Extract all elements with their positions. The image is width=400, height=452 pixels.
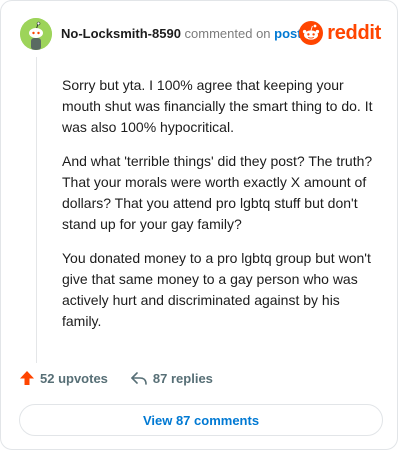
comment-paragraph: And what 'terrible things' did they post… [62, 153, 373, 232]
view-comments-button[interactable]: View 87 comments [19, 404, 383, 436]
thread-line [36, 57, 37, 363]
reply-count: 87 replies [152, 370, 213, 386]
comment-paragraph: Sorry but yta. I 100% agree that keeping… [62, 77, 373, 135]
username[interactable]: No-Locksmith-8590 [61, 26, 181, 41]
commented-label: commented on [184, 26, 271, 41]
comment-body: Sorry but yta. I 100% agree that keeping… [62, 75, 378, 345]
comment-paragraph: You donated money to a pro lgbtq group b… [62, 250, 371, 329]
reply-arrow-icon [131, 372, 147, 385]
snoo-avatar-icon [20, 18, 52, 50]
comment-actions: 52 upvotes 87 replies [19, 370, 213, 386]
upvote-button[interactable]: 52 upvotes [19, 370, 108, 386]
post-link[interactable]: post [274, 26, 301, 41]
reddit-logo-icon [299, 21, 324, 45]
reddit-logo[interactable]: reddit [299, 21, 381, 45]
upvote-arrow-icon [20, 371, 34, 385]
user-avatar[interactable] [20, 18, 52, 50]
upvote-count: 52 upvotes [40, 370, 108, 386]
reddit-wordmark: reddit [327, 22, 381, 44]
replies-button[interactable]: 87 replies [130, 370, 213, 386]
comment-card: No-Locksmith-8590 commented on post redd… [0, 0, 398, 450]
comment-header: No-Locksmith-8590 commented on post [61, 26, 302, 42]
